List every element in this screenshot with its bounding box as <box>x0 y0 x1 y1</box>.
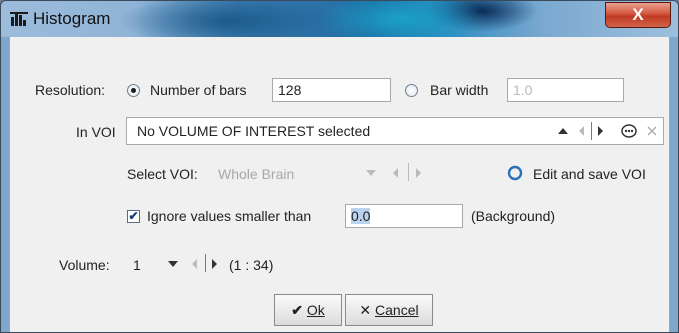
edit-save-voi-label[interactable]: Edit and save VOI <box>533 166 646 182</box>
close-icon: X <box>632 5 644 24</box>
in-voi-label: In VOI <box>76 124 116 140</box>
cancel-button[interactable]: ✕ Cancel <box>345 294 433 326</box>
select-voi-label: Select VOI: <box>127 166 198 182</box>
window-title: Histogram <box>33 9 111 28</box>
volume-dropdown-icon[interactable] <box>168 261 178 267</box>
select-voi-dropdown-icon[interactable] <box>366 170 376 176</box>
volume-value: 1 <box>133 257 141 273</box>
ignore-label: Ignore values smaller than <box>147 208 312 224</box>
number-of-bars-radio[interactable] <box>127 84 140 97</box>
volume-prev-icon[interactable] <box>192 259 197 269</box>
check-icon: ✔ <box>291 302 303 318</box>
cross-icon: ✕ <box>359 302 372 318</box>
background-label: (Background) <box>471 208 556 224</box>
histogram-icon <box>10 12 28 26</box>
bar-width-label: Bar width <box>430 82 489 98</box>
voi-selector[interactable]: No VOLUME OF INTEREST selected <box>126 117 664 145</box>
ring-icon[interactable] <box>507 165 523 181</box>
histogram-window: Histogram X Resolution: Number of bars 1… <box>0 0 679 333</box>
volume-separator <box>205 254 206 272</box>
volume-range: (1 : 34) <box>229 257 274 273</box>
select-voi-next-icon[interactable] <box>416 168 421 178</box>
select-voi-prev-icon[interactable] <box>393 168 398 178</box>
volume-label: Volume: <box>59 257 110 273</box>
close-icon[interactable] <box>647 126 657 136</box>
volume-next-icon[interactable] <box>212 259 217 269</box>
resolution-label: Resolution: <box>35 82 106 98</box>
select-voi-separator <box>408 163 409 181</box>
ok-label: Ok <box>306 302 325 318</box>
ok-button[interactable]: ✔ Ok <box>274 294 342 326</box>
close-button[interactable]: X <box>605 2 671 28</box>
cancel-label: Cancel <box>375 302 419 318</box>
voi-value: No VOLUME OF INTEREST selected <box>137 123 371 139</box>
ignore-checkbox[interactable]: ✔ <box>127 210 140 223</box>
ellipsis-icon[interactable] <box>621 124 637 138</box>
bar-width-radio[interactable] <box>405 84 418 97</box>
voi-prev-icon[interactable] <box>579 126 584 136</box>
bar-width-input[interactable]: 1.0 <box>507 78 624 102</box>
title-bar[interactable]: Histogram X <box>1 1 678 37</box>
ignore-threshold-value: 0.0 <box>351 208 371 224</box>
voi-separator <box>591 122 592 140</box>
dialog-body: Resolution: Number of bars 128 Bar width… <box>9 37 670 332</box>
number-of-bars-input[interactable]: 128 <box>272 78 391 102</box>
number-of-bars-label: Number of bars <box>150 82 247 98</box>
voi-next-icon[interactable] <box>598 126 603 136</box>
ignore-threshold-input[interactable]: 0.0 <box>345 204 463 228</box>
select-voi-value[interactable]: Whole Brain <box>218 166 294 182</box>
voi-up-icon[interactable] <box>558 128 568 134</box>
